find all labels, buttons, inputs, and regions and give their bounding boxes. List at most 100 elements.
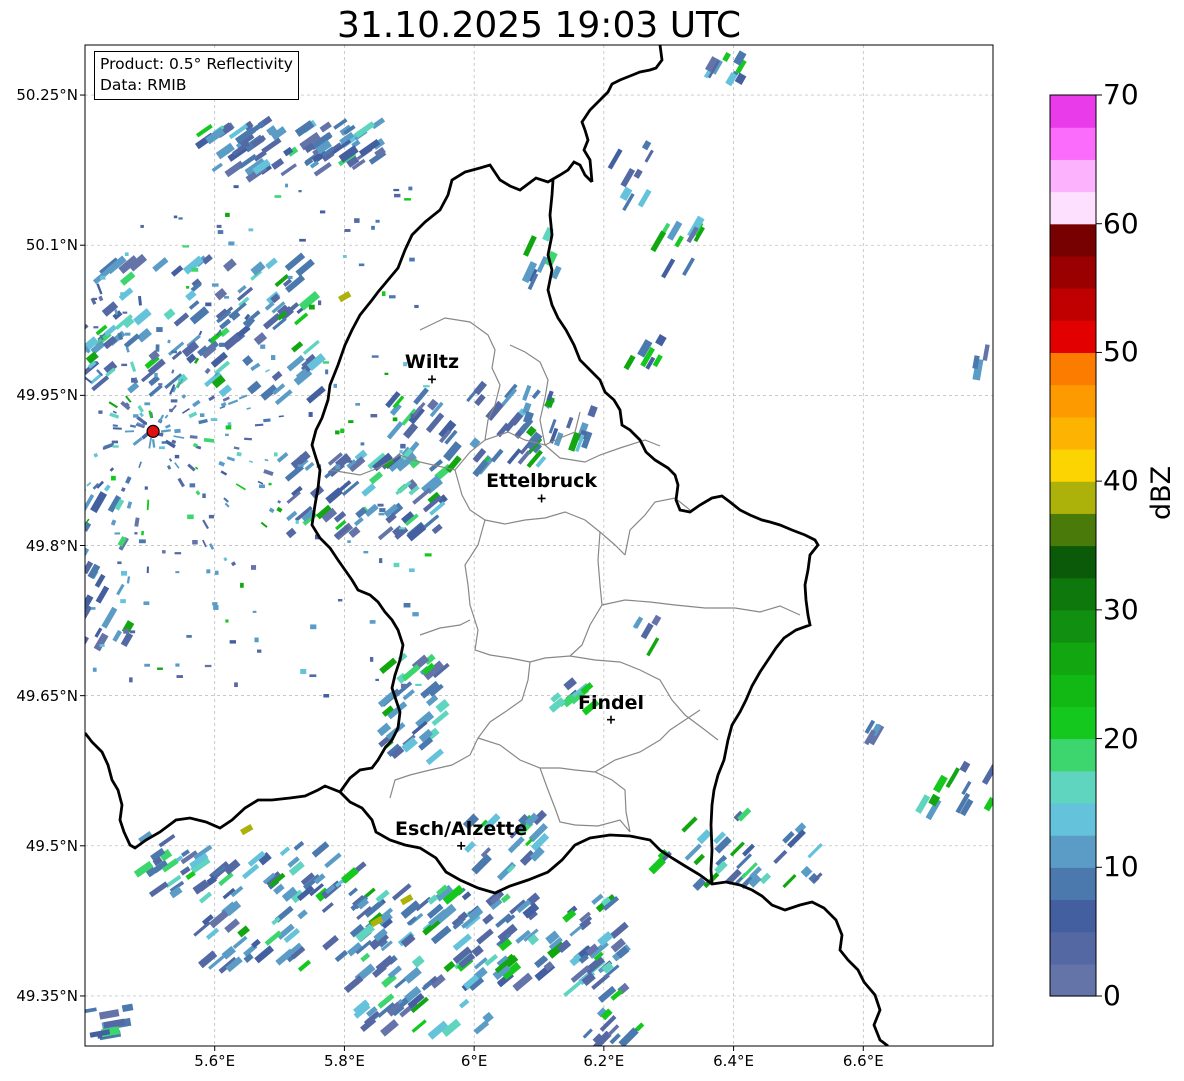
- echo-cell: [408, 186, 413, 191]
- echo-cell: [222, 396, 230, 402]
- echo-cell: [225, 619, 229, 623]
- echo-cell: [297, 464, 304, 468]
- echo-cell: [409, 257, 415, 262]
- echo-cell: [285, 527, 297, 539]
- echo-cell: [260, 344, 266, 349]
- echo-cell: [347, 540, 351, 543]
- echo-cell: [211, 162, 223, 173]
- echo-cell: [174, 428, 181, 434]
- echo-cell: [109, 412, 120, 419]
- echo-cell: [98, 1009, 120, 1020]
- echo-cell: [108, 401, 118, 409]
- echo-cell: [399, 450, 403, 454]
- colorbar-tick-label: 50: [1103, 335, 1139, 369]
- colorbar-tick-label: 20: [1103, 721, 1139, 755]
- echo-cell: [382, 291, 386, 297]
- echo-cell: [415, 683, 422, 687]
- echo-cell: [213, 605, 219, 610]
- echo-cell: [415, 711, 435, 729]
- echo-cell: [99, 644, 105, 647]
- echo-cell: [7, 447, 13, 451]
- echo-cell: [164, 414, 169, 419]
- echo-cell: [378, 512, 385, 516]
- echo-cell: [98, 295, 104, 302]
- colorbar-segment: [1050, 159, 1096, 193]
- colorbar-tick-label: 60: [1103, 206, 1139, 240]
- echo-cell: [93, 297, 98, 301]
- echo-cell: [333, 383, 338, 388]
- echo-cell: [151, 439, 156, 448]
- echo-cell: [170, 399, 178, 403]
- echo-cell: [217, 230, 224, 234]
- echo-cell: [287, 275, 293, 280]
- colorbar-segment: [1050, 738, 1096, 772]
- echo-cell: [224, 296, 230, 299]
- echo-cell: [85, 486, 87, 504]
- echo-cell: [205, 927, 220, 940]
- echo-cell: [101, 606, 118, 629]
- echo-cell: [237, 925, 250, 938]
- echo-cell: [189, 306, 210, 325]
- colorbar-segment: [1050, 835, 1096, 868]
- lon-tick-label: 6.4°E: [713, 1052, 754, 1070]
- echo-cell: [148, 384, 163, 397]
- echo-cell: [380, 1019, 399, 1037]
- echo-cell: [124, 252, 129, 257]
- echo-cell: [254, 945, 275, 964]
- echo-cell: [223, 557, 228, 562]
- echo-cell: [800, 865, 813, 878]
- echo-cell: [696, 829, 712, 845]
- colorbar: [1049, 94, 1102, 997]
- echo-cell: [64, 487, 71, 493]
- product-label: Product: 0.5° Reflectivity: [100, 55, 293, 73]
- echo-cell: [138, 539, 146, 544]
- echo-cell: [371, 117, 386, 130]
- echo-cell: [563, 677, 577, 691]
- echo-cell: [42, 328, 50, 335]
- echo-cell: [93, 326, 99, 329]
- echo-cell: [759, 872, 772, 885]
- echo-cell: [219, 342, 225, 347]
- echo-cell: [348, 420, 354, 424]
- echo-cell: [370, 414, 378, 418]
- echo-cell: [311, 841, 330, 858]
- echo-cell: [360, 442, 365, 446]
- echo-cell: [633, 168, 643, 179]
- echo-cell: [273, 452, 278, 457]
- echo-cell: [393, 562, 400, 568]
- echo-cell: [228, 241, 235, 246]
- echo-cell: [265, 257, 278, 270]
- echo-cell: [257, 480, 264, 485]
- echo-cell: [644, 149, 654, 163]
- echo-cell: [166, 464, 172, 470]
- echo-cell: [469, 437, 481, 449]
- echo-cell: [392, 417, 398, 422]
- echo-cell: [322, 934, 339, 951]
- colorbar-segment: [1050, 963, 1096, 997]
- echo-cell: [175, 663, 180, 667]
- lat-tick-label: 49.35°N: [16, 986, 78, 1005]
- echo-cell: [98, 410, 103, 414]
- echo-cell: [355, 403, 361, 406]
- lon-tick-label: 5.6°E: [194, 1052, 236, 1070]
- radar-map: [7, 44, 1102, 1051]
- echo-cell: [982, 344, 990, 361]
- echo-cell: [189, 483, 196, 488]
- echo-cell: [63, 419, 70, 423]
- echo-cell: [131, 377, 136, 383]
- echo-cell: [140, 224, 144, 228]
- echo-cell: [294, 312, 309, 326]
- echo-cell: [264, 458, 269, 462]
- echo-cell: [306, 385, 326, 404]
- echo-cell: [402, 422, 419, 439]
- echo-cell: [188, 300, 200, 310]
- echo-cell: [112, 445, 119, 448]
- echo-cell: [125, 332, 131, 336]
- city-label: Wiltz: [404, 351, 460, 374]
- echo-cell: [371, 225, 375, 230]
- echo-cell: [620, 167, 636, 188]
- echo-cell: [136, 327, 152, 343]
- echo-cell: [171, 369, 175, 374]
- echo-cell: [640, 622, 654, 640]
- echo-cell: [173, 312, 190, 327]
